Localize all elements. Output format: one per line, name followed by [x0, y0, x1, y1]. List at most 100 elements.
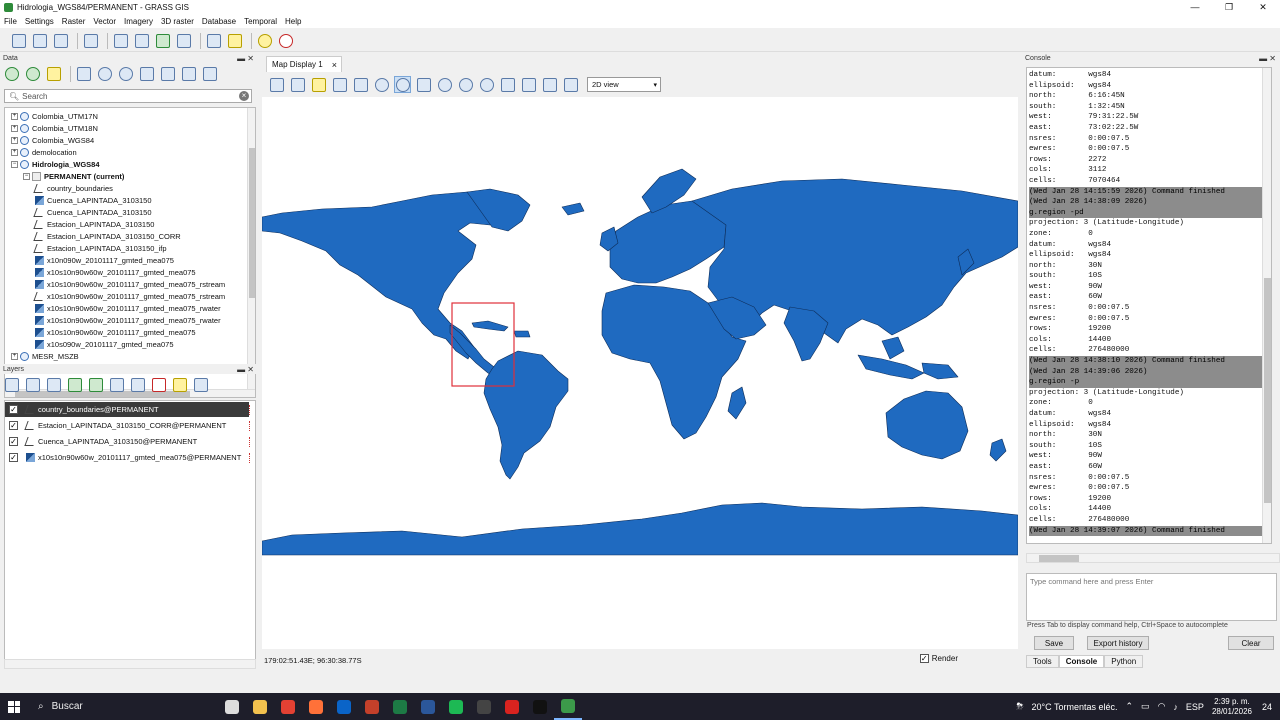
edit-pencil-icon[interactable]	[45, 66, 62, 83]
start-button[interactable]	[0, 693, 28, 720]
tree-item[interactable]: Estacion_LAPINTADA_3103150_ifp	[33, 242, 167, 254]
reload-icon[interactable]	[3, 66, 20, 83]
menu-temporal[interactable]: Temporal	[244, 17, 277, 26]
panel-float-close[interactable]: ▬ ✕	[237, 54, 254, 63]
add-overlay-icon[interactable]	[108, 377, 125, 394]
wifi-icon[interactable]: ◠	[1158, 701, 1166, 712]
tree-vertical-scrollbar[interactable]	[247, 108, 255, 397]
search-input[interactable]: 🔍︎ Search ×	[4, 89, 252, 103]
menu-vector[interactable]: Vector	[93, 17, 116, 26]
tree-item[interactable]: x10s10n90w60w_20101117_gmted_mea075_rstr…	[35, 278, 225, 290]
menu-settings[interactable]: Settings	[25, 17, 54, 26]
layer-visibility-checkbox[interactable]: ✓	[9, 437, 18, 446]
grid-icon[interactable]	[133, 32, 150, 49]
clear-search-icon[interactable]: ×	[239, 91, 249, 101]
layer-row[interactable]: ✓ country_boundaries@PERMANENT	[5, 402, 250, 417]
graphical-modeler-icon[interactable]	[154, 32, 171, 49]
expand-toggle-icon[interactable]: +	[11, 112, 18, 120]
word-taskbar-icon[interactable]	[414, 693, 442, 720]
tree-item[interactable]: + Colombia_UTM17N	[11, 110, 98, 122]
add-raster-misc-icon[interactable]	[45, 377, 62, 394]
tab-tools[interactable]: Tools	[1026, 655, 1059, 668]
layer-visibility-checkbox[interactable]: ✓	[9, 405, 18, 414]
attribute-table-icon[interactable]	[192, 377, 209, 394]
zoom-back-icon[interactable]	[436, 76, 453, 93]
tree-item[interactable]: x10s10n90w60w_20101117_gmted_mea075_rwat…	[35, 302, 221, 314]
console-horizontal-scrollbar[interactable]	[1026, 553, 1280, 563]
console-vertical-scrollbar[interactable]	[1262, 68, 1271, 543]
minimize-button[interactable]: —	[1178, 2, 1212, 13]
expand-toggle-icon[interactable]: +	[11, 136, 18, 144]
layer-visibility-checkbox[interactable]: ✓	[9, 453, 18, 462]
grass-gis-taskbar-icon[interactable]	[554, 693, 582, 720]
pan-icon[interactable]	[352, 76, 369, 93]
zoom-options-icon[interactable]	[457, 76, 474, 93]
render-checkbox[interactable]: ✓ Render	[919, 654, 958, 663]
layer-row[interactable]: ✓ x10s10n90w60w_20101117_gmted_mea075@PER…	[5, 450, 250, 465]
import-raster-icon[interactable]	[159, 66, 176, 83]
close-window-button[interactable]: ✕	[1246, 2, 1280, 13]
zoom-in-icon[interactable]	[373, 76, 390, 93]
layer-opacity-handle[interactable]	[249, 404, 256, 415]
add-group-icon[interactable]	[129, 377, 146, 394]
tree-item[interactable]: x10s10n90w60w_20101117_gmted_mea075_rstr…	[33, 290, 225, 302]
tree-item[interactable]: + demolocation	[11, 146, 77, 158]
decoration-icon[interactable]	[520, 76, 537, 93]
select-icon[interactable]	[310, 76, 327, 93]
import-vector-icon[interactable]	[180, 66, 197, 83]
command-input[interactable]: Type command here and press Enter	[1026, 573, 1277, 621]
menu-database[interactable]: Database	[202, 17, 236, 26]
maximize-button[interactable]: ❐	[1212, 2, 1246, 13]
obs-taskbar-icon[interactable]	[470, 693, 498, 720]
menu-file[interactable]: File	[4, 17, 17, 26]
tree-item[interactable]: + Colombia_UTM18N	[11, 122, 98, 134]
analyze-icon[interactable]	[499, 76, 516, 93]
weather-text[interactable]: 20°C Tormentas eléc.	[1032, 702, 1118, 712]
tree-item[interactable]: + MESR_MSZB	[11, 350, 79, 362]
edit-vector-icon[interactable]	[171, 377, 188, 394]
tree-item[interactable]: Estacion_LAPINTADA_3103150_CORR	[33, 230, 181, 242]
tree-item[interactable]: Cuenca_LAPINTADA_3103150	[33, 206, 152, 218]
add-mapset-icon[interactable]	[138, 66, 155, 83]
acrobat-taskbar-icon[interactable]	[498, 693, 526, 720]
clock[interactable]: 2:39 p. m. 28/01/2026	[1212, 697, 1252, 717]
new-map-display-icon[interactable]	[82, 32, 99, 49]
excel-taskbar-icon[interactable]	[386, 693, 414, 720]
taskbar-search[interactable]: ⌕ Buscar	[28, 693, 218, 720]
panel-float-close[interactable]: ▬ ✕	[1259, 54, 1276, 63]
close-tab-icon[interactable]: ×	[332, 60, 337, 70]
settings-gear-icon[interactable]	[256, 32, 273, 49]
expand-toggle-icon[interactable]: +	[11, 124, 18, 132]
layer-row[interactable]: ✓ Cuenca_LAPINTADA_3103150@PERMANENT	[5, 434, 250, 449]
layer-visibility-checkbox[interactable]: ✓	[9, 421, 18, 430]
layers-horizontal-scrollbar[interactable]	[4, 659, 256, 669]
tree-item[interactable]: Estacion_LAPINTADA_3103150	[33, 218, 154, 230]
panel-float-close[interactable]: ▬ ✕	[237, 365, 254, 374]
save-display-icon[interactable]	[541, 76, 558, 93]
tree-item[interactable]: country_boundaries	[33, 182, 113, 194]
export-history-button[interactable]: Export history	[1087, 636, 1149, 650]
tree-item[interactable]: − PERMANENT (current)	[23, 170, 124, 182]
cartographic-composer-icon[interactable]	[175, 32, 192, 49]
add-map-layers-icon[interactable]	[3, 377, 20, 394]
database-icon[interactable]	[75, 66, 92, 83]
open-workspace-icon[interactable]	[31, 32, 48, 49]
network-icon[interactable]: ▭	[1141, 701, 1150, 712]
outlook-taskbar-icon[interactable]	[330, 693, 358, 720]
tree-item[interactable]: x10s10n90w60w_20101117_gmted_mea075_rwat…	[35, 314, 221, 326]
zoom-extent-icon[interactable]	[415, 76, 432, 93]
expand-toggle-icon[interactable]: −	[11, 160, 18, 168]
terminal-taskbar-icon[interactable]	[526, 693, 554, 720]
save-button[interactable]: Save	[1034, 636, 1074, 650]
python-shell-icon[interactable]	[226, 32, 243, 49]
tree-item[interactable]: x10n090w_20101117_gmted_mea075	[35, 254, 174, 266]
language-indicator[interactable]: ESP	[1186, 702, 1204, 712]
zoom-out-icon[interactable]	[394, 76, 411, 93]
layer-opacity-handle[interactable]	[249, 452, 256, 463]
menu-3d-raster[interactable]: 3D raster	[161, 17, 194, 26]
spotify-taskbar-icon[interactable]	[442, 693, 470, 720]
tree-item[interactable]: x10s10n90w60w_20101117_gmted_mea075	[35, 266, 196, 278]
menu-raster[interactable]: Raster	[62, 17, 86, 26]
view-mode-select[interactable]: 2D view ▾	[587, 77, 661, 92]
menu-imagery[interactable]: Imagery	[124, 17, 153, 26]
